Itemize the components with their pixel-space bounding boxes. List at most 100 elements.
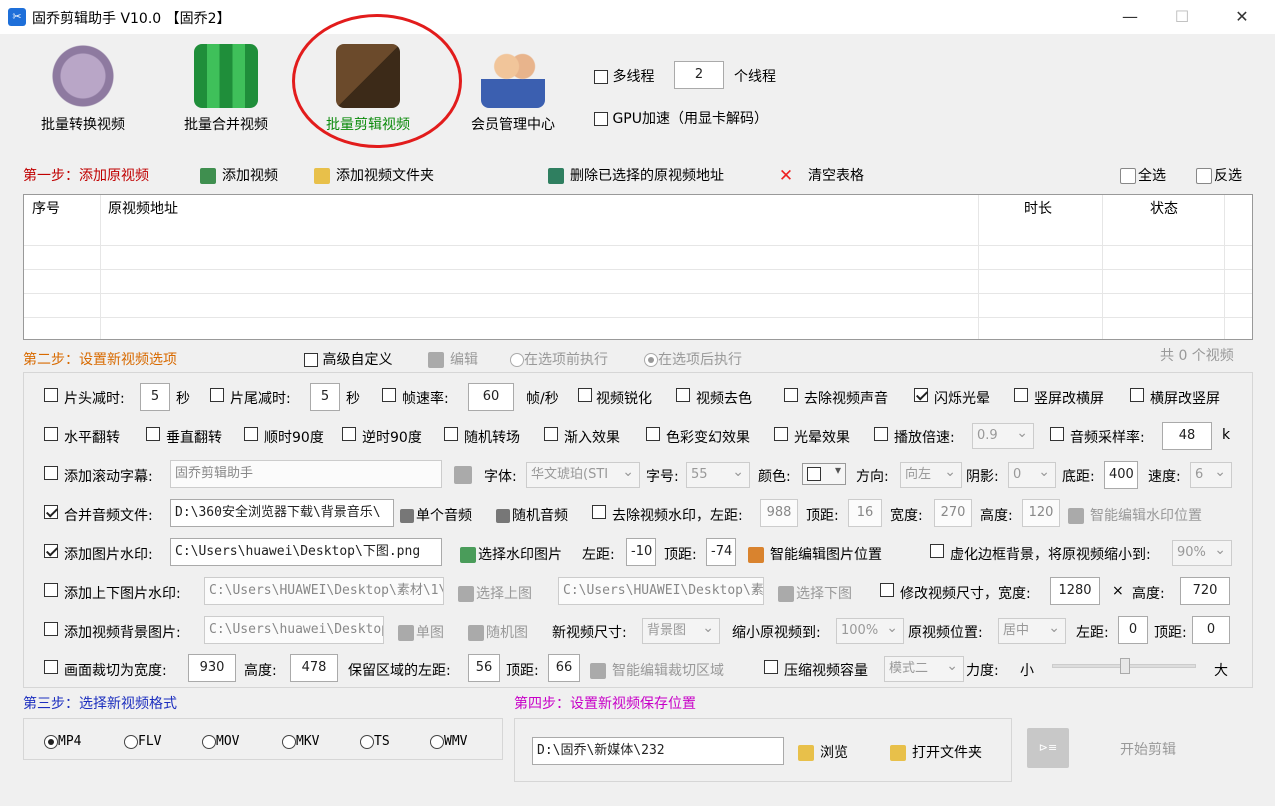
img-left-input[interactable]: -10 — [626, 538, 656, 566]
ccw90-checkbox[interactable] — [342, 427, 356, 441]
sharpen-checkbox[interactable] — [578, 388, 592, 402]
blur-bg-checkbox[interactable] — [930, 544, 944, 558]
resize-height-input[interactable]: 720 — [1180, 577, 1230, 605]
bg-img-checkbox[interactable] — [44, 622, 58, 636]
wm-width-input[interactable]: 270 — [934, 499, 972, 527]
after-option[interactable]: 在选项后执行 — [644, 349, 742, 369]
blur-select[interactable]: 90% — [1172, 538, 1232, 566]
choose-down-button[interactable]: 选择下图 — [778, 583, 852, 603]
crop-checkbox[interactable] — [44, 660, 58, 674]
ts-radio[interactable] — [360, 734, 374, 749]
slider-handle[interactable] — [1120, 658, 1130, 674]
speed-select[interactable]: 0.9 — [972, 421, 1034, 449]
wm-top-input[interactable]: 16 — [848, 499, 882, 527]
wmv-radio[interactable] — [430, 734, 444, 749]
open-folder-button[interactable]: 打开文件夹 — [890, 742, 982, 762]
img-top-input[interactable]: -74 — [706, 538, 736, 566]
direction-select[interactable]: 向左 — [900, 460, 962, 488]
add-video-button[interactable]: 添加视频 — [200, 165, 278, 185]
close-button[interactable]: ✕ — [1230, 6, 1254, 28]
choose-wm-button[interactable]: 选择水印图片 — [460, 544, 562, 564]
batch-convert-button[interactable]: 批量转换视频 — [23, 40, 143, 140]
img-path-input[interactable]: C:\Users\huawei\Desktop\下图.png — [170, 538, 442, 566]
fps-checkbox[interactable] — [382, 388, 396, 402]
delete-selected-button[interactable]: 删除已选择的原视频地址 — [548, 165, 724, 185]
pos-top-input[interactable]: 0 — [1192, 616, 1230, 644]
single-img-button[interactable]: 单图 — [398, 622, 444, 642]
keep-left-input[interactable]: 56 — [468, 654, 500, 682]
speed2-select[interactable]: 6 — [1190, 460, 1232, 488]
start-button[interactable]: 开始剪辑 — [1120, 739, 1176, 759]
keep-top-input[interactable]: 66 — [548, 654, 580, 682]
resize-checkbox[interactable] — [880, 583, 894, 597]
add-folder-button[interactable]: 添加视频文件夹 — [314, 165, 434, 185]
minimize-button[interactable]: — — [1118, 6, 1142, 28]
bottom-input[interactable]: 400 — [1104, 461, 1138, 489]
random-img-button[interactable]: 随机图 — [468, 622, 528, 642]
before-option[interactable]: 在选项前执行 — [510, 349, 608, 369]
start-icon[interactable]: ⊳≡ — [1027, 728, 1069, 768]
sample-checkbox[interactable] — [1050, 427, 1064, 441]
save-path-input[interactable]: D:\固乔\新媒体\232 — [532, 737, 784, 765]
format-flv[interactable]: FLV — [124, 734, 161, 749]
font-select[interactable]: 华文琥珀(STI — [526, 460, 640, 488]
tb-img-checkbox[interactable] — [44, 583, 58, 597]
top-img-path-input[interactable]: C:\Users\HUAWEI\Desktop\素材\1\B — [204, 577, 444, 605]
subtitle-checkbox[interactable] — [44, 466, 58, 480]
resize-width-input[interactable]: 1280 — [1050, 577, 1100, 605]
video-table[interactable]: 序号 原视频地址 时长 状态 — [23, 194, 1253, 340]
browse-button[interactable]: 浏览 — [798, 742, 848, 762]
random-trans-checkbox[interactable] — [444, 427, 458, 441]
compress-checkbox[interactable] — [764, 660, 778, 674]
merge-audio-checkbox[interactable] — [44, 505, 58, 519]
smart-wm-button[interactable]: 智能编辑水印位置 — [1068, 505, 1202, 525]
subtitle-settings-icon[interactable] — [454, 466, 472, 484]
wm-left-input[interactable]: 988 — [760, 499, 798, 527]
decolor-checkbox[interactable] — [676, 388, 690, 402]
img-wm-checkbox[interactable] — [44, 544, 58, 558]
after-radio[interactable] — [644, 353, 658, 367]
head-cut-checkbox[interactable] — [44, 388, 58, 402]
flv-radio[interactable] — [124, 734, 138, 749]
v2h-checkbox[interactable] — [1014, 388, 1028, 402]
remove-wm-checkbox[interactable] — [592, 505, 606, 519]
advanced-checkbox[interactable] — [304, 353, 318, 367]
cw90-checkbox[interactable] — [244, 427, 258, 441]
member-center-button[interactable]: 会员管理中心 — [453, 40, 573, 140]
mute-checkbox[interactable] — [784, 388, 798, 402]
multithread-option[interactable]: 多线程 — [594, 66, 654, 86]
orig-pos-select[interactable]: 居中 — [998, 616, 1066, 644]
shadow-select[interactable]: 0 — [1008, 460, 1056, 488]
halo-checkbox[interactable] — [774, 427, 788, 441]
color-picker[interactable]: ▾ — [802, 463, 846, 485]
format-ts[interactable]: TS — [360, 734, 390, 749]
batch-merge-button[interactable]: 批量合并视频 — [166, 40, 286, 140]
crop-height-input[interactable]: 478 — [290, 654, 338, 682]
subtitle-input[interactable]: 固乔剪辑助手 — [170, 460, 442, 488]
tail-cut-input[interactable]: 5 — [310, 383, 340, 411]
size-select[interactable]: 55 — [686, 460, 750, 488]
sample-input[interactable]: 48 — [1162, 422, 1212, 450]
h2v-checkbox[interactable] — [1130, 388, 1144, 402]
shrink-select[interactable]: 100% — [836, 616, 904, 644]
mp4-radio[interactable] — [44, 734, 58, 749]
compress-mode-select[interactable]: 模式二 — [884, 654, 964, 682]
multithread-checkbox[interactable] — [594, 70, 608, 84]
new-size-select[interactable]: 背景图 — [642, 616, 720, 644]
format-wmv[interactable]: WMV — [430, 734, 467, 749]
wm-height-input[interactable]: 120 — [1022, 499, 1060, 527]
vflip-checkbox[interactable] — [146, 427, 160, 441]
format-mov[interactable]: MOV — [202, 734, 239, 749]
choose-up-button[interactable]: 选择上图 — [458, 583, 532, 603]
bottom-img-path-input[interactable]: C:\Users\HUAWEI\Desktop\素材 — [558, 577, 764, 605]
crop-width-input[interactable]: 930 — [188, 654, 236, 682]
smart-img-button[interactable]: 智能编辑图片位置 — [748, 544, 882, 564]
smart-crop-button[interactable]: 智能编辑裁切区域 — [590, 660, 724, 680]
speed-checkbox[interactable] — [874, 427, 888, 441]
select-all-button[interactable]: 全选 — [1120, 165, 1166, 185]
flash-checkbox[interactable] — [914, 388, 928, 402]
maximize-button[interactable]: ☐ — [1170, 6, 1194, 28]
format-mkv[interactable]: MKV — [282, 734, 319, 749]
color-fx-checkbox[interactable] — [646, 427, 660, 441]
advanced-option[interactable]: 高级自定义 — [304, 349, 392, 369]
